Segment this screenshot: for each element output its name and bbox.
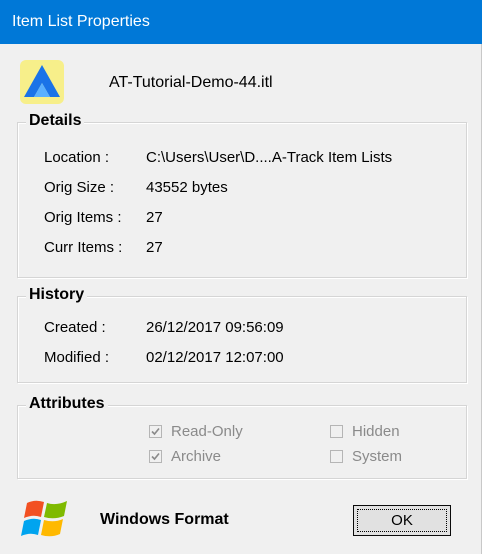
format-label: Windows Format bbox=[100, 511, 229, 528]
title-bar[interactable]: Item List Properties bbox=[0, 0, 482, 44]
item-list-properties-dialog: Item List Properties AT-Tutorial-Demo-44… bbox=[0, 0, 482, 554]
modified-value: 02/12/2017 12:07:00 bbox=[146, 349, 284, 366]
details-group-title: Details bbox=[26, 112, 85, 130]
curr-items-label: Curr Items : bbox=[44, 239, 123, 256]
windows-logo-icon bbox=[21, 497, 71, 541]
archive-checkbox[interactable]: Archive bbox=[149, 448, 221, 465]
ok-button-label: OK bbox=[391, 512, 413, 529]
curr-items-value: 27 bbox=[146, 239, 163, 256]
read-only-checkbox[interactable]: Read-Only bbox=[149, 423, 243, 440]
attributes-group-title: Attributes bbox=[26, 395, 108, 413]
orig-items-label: Orig Items : bbox=[44, 209, 122, 226]
system-label: System bbox=[352, 448, 403, 465]
system-checkbox[interactable]: System bbox=[330, 448, 402, 465]
location-value: C:\Users\User\D....A-Track Item Lists bbox=[146, 149, 393, 166]
modified-label: Modified : bbox=[44, 349, 110, 366]
orig-size-label: Orig Size : bbox=[44, 179, 115, 196]
hidden-check-icon bbox=[330, 425, 343, 438]
file-name: AT-Tutorial-Demo-44.itl bbox=[109, 74, 273, 91]
created-value: 26/12/2017 09:56:09 bbox=[146, 319, 284, 336]
details-group: Details Location : C:\Users\User\D....A-… bbox=[17, 112, 467, 278]
hidden-label: Hidden bbox=[352, 423, 400, 440]
history-group: History Created : 26/12/2017 09:56:09 Mo… bbox=[17, 286, 467, 383]
system-check-icon bbox=[330, 450, 343, 463]
hidden-checkbox[interactable]: Hidden bbox=[330, 423, 400, 440]
history-group-title: History bbox=[26, 286, 88, 304]
read-only-check-icon bbox=[149, 425, 162, 438]
archive-check-icon bbox=[149, 450, 162, 463]
read-only-label: Read-Only bbox=[171, 423, 243, 440]
archive-label: Archive bbox=[171, 448, 222, 465]
created-label: Created : bbox=[44, 319, 106, 336]
location-label: Location : bbox=[44, 149, 110, 166]
orig-items-value: 27 bbox=[146, 209, 163, 226]
a-track-app-icon bbox=[17, 57, 67, 107]
window-title: Item List Properties bbox=[12, 13, 150, 30]
ok-button[interactable]: OK bbox=[353, 505, 451, 536]
orig-size-value: 43552 bytes bbox=[146, 179, 228, 196]
attributes-group: Attributes Read-Only Hidden Archive Syst… bbox=[17, 395, 467, 479]
